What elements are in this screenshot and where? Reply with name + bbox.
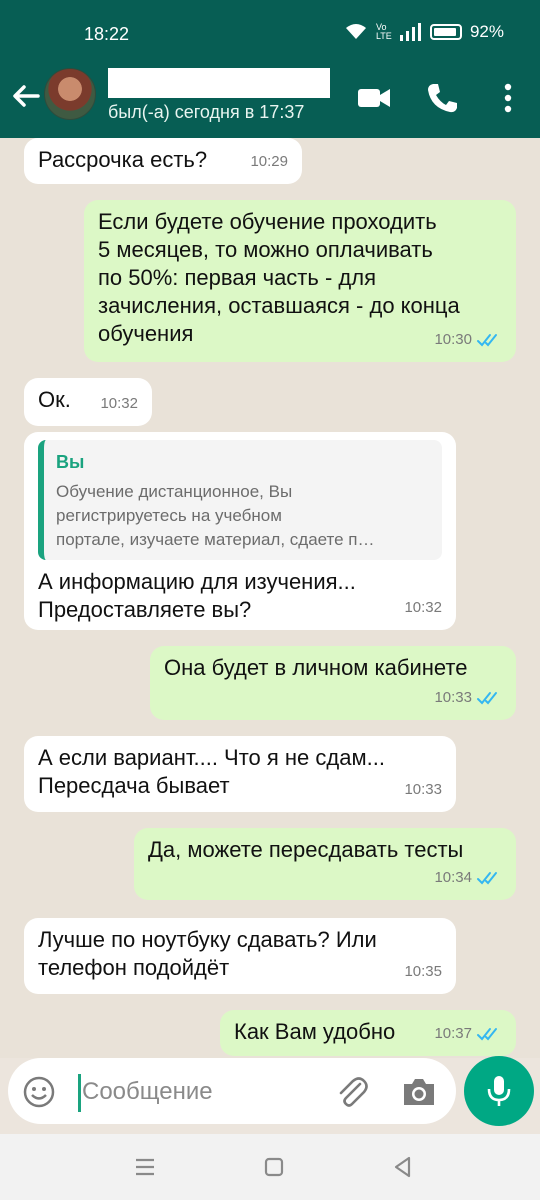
back-arrow-icon[interactable] <box>10 80 42 112</box>
message-incoming[interactable]: Лучше по ноутбуку сдавать? Или телефон п… <box>24 918 456 994</box>
message-text: А если вариант.... Что я не сдам... Пере… <box>38 745 385 798</box>
contact-name-redacted[interactable] <box>108 68 330 98</box>
system-nav-bar <box>0 1134 540 1200</box>
quoted-author: Вы <box>56 452 85 472</box>
recent-apps-icon[interactable] <box>130 1152 160 1182</box>
status-bar: 18:22 Vo LTE 92% <box>0 0 540 60</box>
message-time: 10:37 <box>434 1025 472 1042</box>
message-incoming[interactable]: Ок. 10:32 <box>24 378 152 426</box>
quoted-text: Обучение дистанционное, Вы регистрируете… <box>56 482 375 549</box>
quoted-message[interactable]: Вы Обучение дистанционное, Вы регистриру… <box>38 440 442 560</box>
message-outgoing[interactable]: Да, можете пересдавать тесты 10:34 <box>134 828 516 900</box>
read-ticks-icon <box>477 692 497 705</box>
avatar[interactable] <box>44 68 96 120</box>
video-call-icon[interactable] <box>354 78 394 118</box>
message-time: 10:33 <box>434 689 472 706</box>
message-input-bar[interactable]: Сообщение <box>8 1058 456 1124</box>
top-bar: 18:22 Vo LTE 92% был(-а) сегодня в 17:37 <box>0 0 540 138</box>
message-text: Лучше по ноутбуку сдавать? Или телефон п… <box>38 927 377 980</box>
battery-icon <box>429 24 462 40</box>
read-ticks-icon <box>477 1028 497 1041</box>
message-incoming-reply[interactable]: Вы Обучение дистанционное, Вы регистриру… <box>24 432 456 630</box>
status-icons: Vo LTE 92% <box>344 22 504 42</box>
camera-icon[interactable] <box>400 1074 438 1110</box>
emoji-icon[interactable] <box>22 1075 56 1109</box>
message-text: А информацию для изучения... Предоставля… <box>38 569 356 622</box>
phone-icon[interactable] <box>422 78 462 118</box>
back-nav-icon[interactable] <box>388 1152 418 1182</box>
message-incoming[interactable]: А если вариант.... Что я не сдам... Пере… <box>24 736 456 812</box>
status-time: 18:22 <box>84 24 130 44</box>
signal-icon <box>399 23 421 41</box>
message-incoming[interactable]: Рассрочка есть? 10:29 <box>24 138 302 184</box>
mic-button[interactable] <box>464 1056 534 1126</box>
menu-icon[interactable] <box>488 78 528 118</box>
message-time: 10:32 <box>404 599 442 616</box>
message-outgoing[interactable]: Как Вам удобно 10:37 <box>220 1010 516 1056</box>
message-time: 10:35 <box>404 963 442 980</box>
chat-area[interactable]: Рассрочка есть? 10:29 Если будете обучен… <box>0 138 540 1058</box>
message-time: 10:33 <box>404 781 442 798</box>
wifi-icon <box>345 24 366 39</box>
message-time: 10:29 <box>250 153 288 170</box>
read-ticks-icon <box>477 334 497 347</box>
message-time: 10:30 <box>434 331 472 348</box>
last-seen: был(-а) сегодня в 17:37 <box>108 102 305 122</box>
text-cursor <box>78 1074 81 1112</box>
read-ticks-icon <box>477 872 497 885</box>
network-label: Vo LTE <box>375 22 392 41</box>
battery-percent: 92% <box>469 22 504 41</box>
message-text: Да, можете пересдавать тесты <box>148 837 464 862</box>
message-outgoing[interactable]: Она будет в личном кабинете 10:33 <box>150 646 516 720</box>
chat-header: был(-а) сегодня в 17:37 <box>0 60 540 138</box>
message-time: 10:34 <box>434 869 472 886</box>
message-text: Она будет в личном кабинете <box>164 655 468 680</box>
message-time: 10:32 <box>100 395 138 412</box>
mic-icon <box>487 1076 511 1106</box>
message-outgoing[interactable]: Если будете обучение проходить 5 месяцев… <box>84 200 516 362</box>
attach-icon[interactable] <box>334 1074 370 1110</box>
home-icon[interactable] <box>259 1152 289 1182</box>
message-input[interactable]: Сообщение <box>82 1078 213 1106</box>
